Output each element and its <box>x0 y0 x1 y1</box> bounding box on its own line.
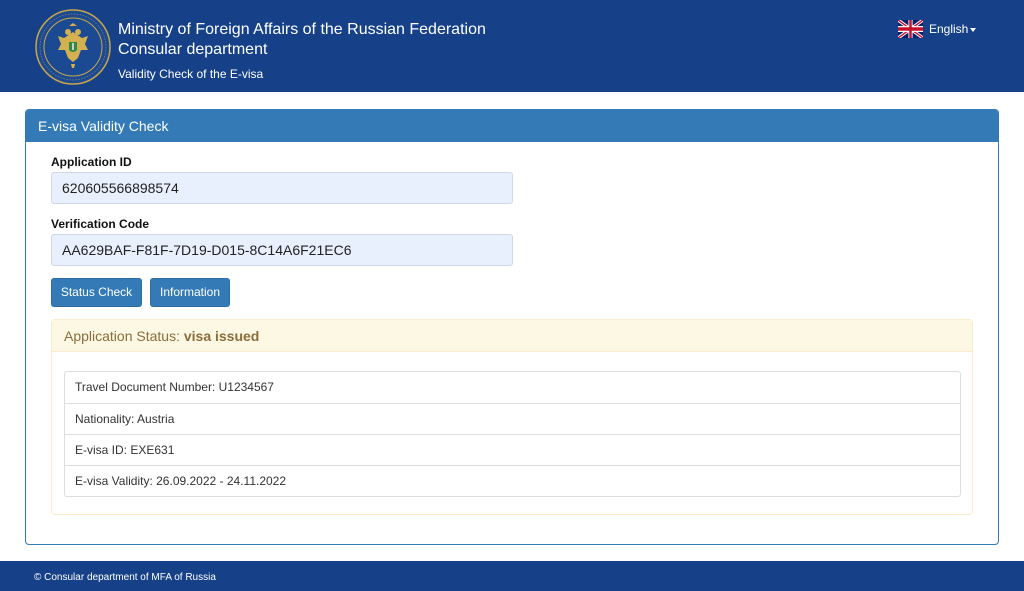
application-status-heading: Application Status: visa issued <box>52 320 972 352</box>
application-id-field[interactable]: 620605566898574 <box>51 172 513 204</box>
site-footer: © Consular department of MFA of Russia <box>0 561 1024 591</box>
list-item-nationality: Nationality: Austria <box>65 403 960 434</box>
caret-down-icon <box>970 27 977 32</box>
language-selector[interactable]: English <box>898 18 977 40</box>
language-label: English <box>929 22 969 36</box>
department-subtitle: Consular department <box>118 41 268 58</box>
information-button[interactable]: Information <box>150 278 230 307</box>
verification-code-label: Verification Code <box>51 217 150 231</box>
status-prefix: Application Status: <box>64 328 184 344</box>
verification-code-field[interactable]: AA629BAF-F81F-7D19-D015-8C14A6F21EC6 <box>51 234 513 266</box>
mfa-emblem-icon[interactable] <box>34 8 112 86</box>
list-item-travel-document: Travel Document Number: U1234567 <box>75 380 274 394</box>
status-details-list: Travel Document Number: U1234567 Nationa… <box>64 371 961 497</box>
evisa-check-panel: E-visa Validity Check Application ID 620… <box>25 109 999 545</box>
status-value: visa issued <box>183 328 260 344</box>
ministry-title: Ministry of Foreign Affairs of the Russi… <box>118 21 486 38</box>
uk-flag-icon <box>898 20 923 38</box>
application-status-panel: Application Status: visa issued Travel D… <box>51 319 973 515</box>
page-name: Validity Check of the E-visa <box>118 67 264 81</box>
application-id-label: Application ID <box>51 155 132 169</box>
panel-heading: E-visa Validity Check <box>26 110 998 142</box>
list-item-evisa-validity: E-visa Validity: 26.09.2022 - 24.11.2022 <box>65 465 960 496</box>
footer-copyright: © Consular department of MFA of Russia <box>34 572 216 583</box>
status-check-button[interactable]: Status Check <box>51 278 142 307</box>
site-header: Ministry of Foreign Affairs of the Russi… <box>0 0 1024 92</box>
list-item-evisa-id: E-visa ID: EXE631 <box>65 434 960 465</box>
